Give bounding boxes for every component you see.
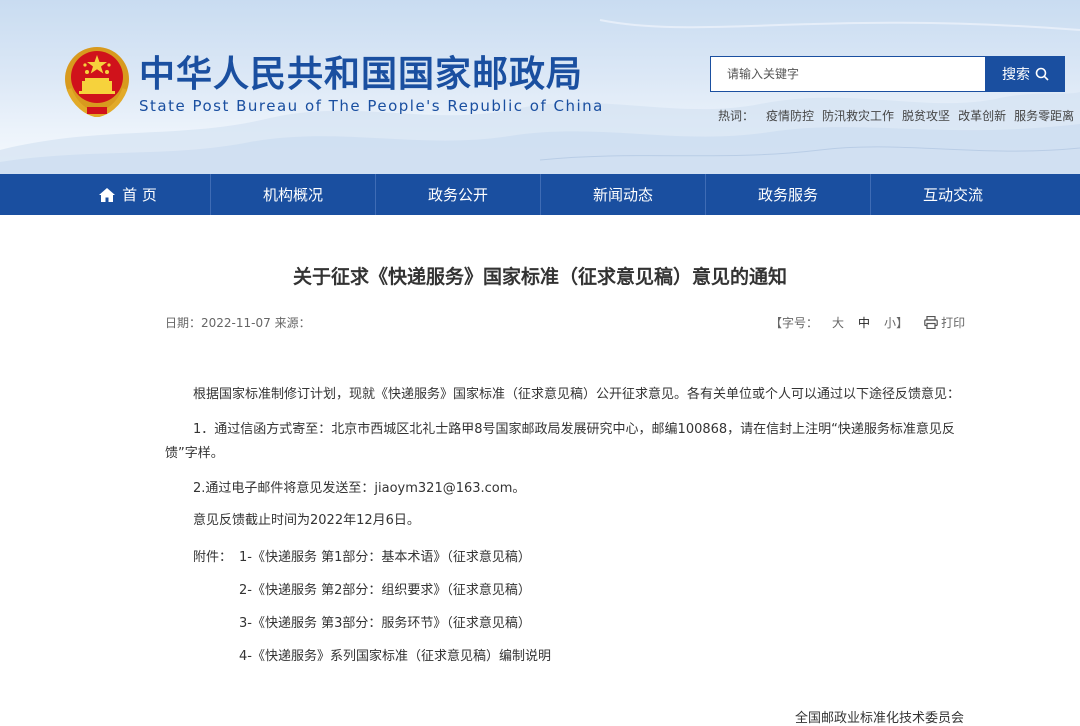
print-button[interactable]: 打印	[924, 314, 965, 331]
nav-item-label: 政务公开	[427, 186, 488, 204]
hotword-link[interactable]: 防汛救灾工作	[822, 107, 894, 124]
attachments-label: 附件：	[193, 550, 233, 565]
hotword-link[interactable]: 服务零距离	[1014, 107, 1074, 124]
font-size-small-button[interactable]: 小	[884, 314, 896, 331]
nav-item-home[interactable]: 首 页	[45, 174, 210, 215]
hotwords-bar: 热词： 疫情防控 防汛救灾工作 脱贫攻坚 改革创新 服务零距离	[718, 107, 1074, 124]
search-input[interactable]	[710, 56, 986, 92]
main-nav: 首 页 机构概况 政务公开 新闻动态 政务服务 互动交流	[0, 174, 1080, 215]
attachment-link[interactable]: 1-《快递服务 第1部分：基本术语》（征求意见稿）	[239, 541, 531, 574]
home-icon	[99, 187, 116, 202]
article-body: 根据国家标准制修订计划，现就《快递服务》国家标准（征求意见稿）公开征求意见。各有…	[165, 383, 965, 673]
publish-date: 2022-11-07	[201, 316, 271, 330]
article-title: 关于征求《快递服务》国家标准（征求意见稿）意见的通知	[292, 266, 787, 288]
font-size-large-button[interactable]: 大	[832, 314, 844, 331]
font-size-open: 【字号：	[770, 316, 819, 330]
site-title-english: State Post Bureau of The People's Republ…	[139, 97, 604, 115]
attachment-link[interactable]: 3-《快递服务 第3部分：服务环节》（征求意见稿）	[239, 607, 531, 640]
article-paragraph: 2.通过电子邮件将意见发送至：jiaoym321@163.com。	[193, 481, 526, 496]
signature: 全国邮政业标准化技术委员会	[794, 711, 964, 726]
article-meta: 日期：2022-11-07 来源：	[165, 314, 311, 331]
search-button-label: 搜索	[1002, 67, 1030, 83]
nav-item-label: 机构概况	[262, 186, 323, 204]
attachment-row: 4-《快递服务》系列国家标准（征求意见稿）编制说明	[165, 640, 965, 673]
site-title-chinese: 中华人民共和国国家邮政局	[139, 54, 584, 95]
nav-item-label: 首 页	[122, 186, 157, 204]
nav-item-label: 互动交流	[922, 186, 983, 204]
attachment-link[interactable]: 2-《快递服务 第2部分：组织要求》（征求意见稿）	[239, 574, 531, 607]
attachment-row: 3-《快递服务 第3部分：服务环节》（征求意见稿）	[165, 607, 965, 640]
attachment-row: 2-《快递服务 第2部分：组织要求》（征求意见稿）	[165, 574, 965, 607]
nav-item-government-affairs[interactable]: 政务公开	[375, 174, 540, 215]
nav-item-organization[interactable]: 机构概况	[210, 174, 375, 215]
hotwords-label: 热词：	[718, 109, 755, 123]
nav-item-services[interactable]: 政务服务	[705, 174, 870, 215]
font-size-close: 】	[896, 316, 909, 330]
nav-item-news[interactable]: 新闻动态	[540, 174, 705, 215]
date-label: 日期：	[165, 316, 202, 330]
search-button[interactable]: 搜索	[986, 56, 1065, 92]
article-paragraph: 意见反馈截止时间为2022年12月6日。	[193, 513, 420, 528]
printer-icon	[924, 316, 938, 329]
source-label: 来源：	[274, 316, 311, 330]
article-paragraph: 根据国家标准制修订计划，现就《快递服务》国家标准（征求意见稿）公开征求意见。各有…	[193, 387, 961, 402]
national-emblem-icon	[65, 47, 129, 117]
hotword-link[interactable]: 改革创新	[958, 107, 1006, 124]
hotword-link[interactable]: 疫情防控	[766, 107, 814, 124]
nav-item-label: 政务服务	[757, 186, 818, 204]
search-icon	[1035, 67, 1049, 81]
print-label: 打印	[941, 316, 966, 330]
site-header: 中华人民共和国国家邮政局 State Post Bureau of The Pe…	[0, 0, 1080, 174]
font-size-medium-button[interactable]: 中	[858, 314, 870, 331]
hotword-link[interactable]: 脱贫攻坚	[902, 107, 950, 124]
nav-item-label: 新闻动态	[592, 186, 653, 204]
nav-item-interaction[interactable]: 互动交流	[870, 174, 1035, 215]
attachment-link[interactable]: 4-《快递服务》系列国家标准（征求意见稿）编制说明	[239, 640, 551, 673]
attachment-row: 附件： 1-《快递服务 第1部分：基本术语》（征求意见稿）	[165, 541, 965, 574]
article-paragraph: 1．通过信函方式寄至：北京市西城区北礼士路甲8号国家邮政局发展研究中心，邮编10…	[165, 422, 955, 461]
article-tools: 【字号： 大 中 小 】 打印	[770, 314, 965, 331]
